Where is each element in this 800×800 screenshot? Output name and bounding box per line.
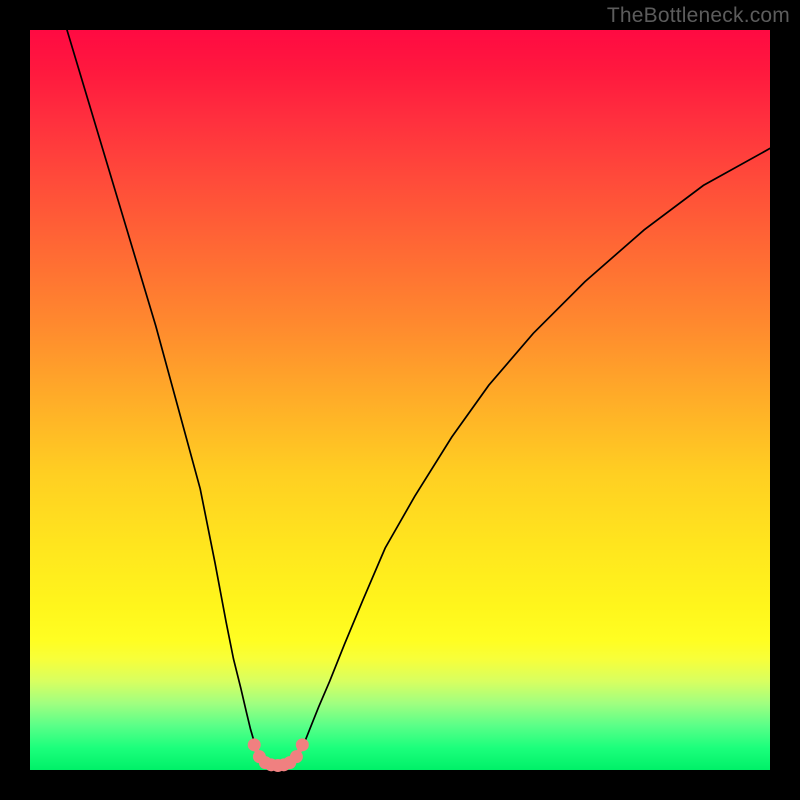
- marker-dot: [290, 751, 302, 763]
- chart-frame: TheBottleneck.com: [0, 0, 800, 800]
- valley-markers: [248, 739, 308, 772]
- curve-left-branch: [67, 30, 259, 758]
- marker-dot: [296, 739, 308, 751]
- curve-right-branch: [296, 148, 770, 758]
- marker-dot: [248, 739, 260, 751]
- plot-area: [30, 30, 770, 770]
- watermark-label: TheBottleneck.com: [607, 4, 790, 28]
- curve-layer: [30, 30, 770, 770]
